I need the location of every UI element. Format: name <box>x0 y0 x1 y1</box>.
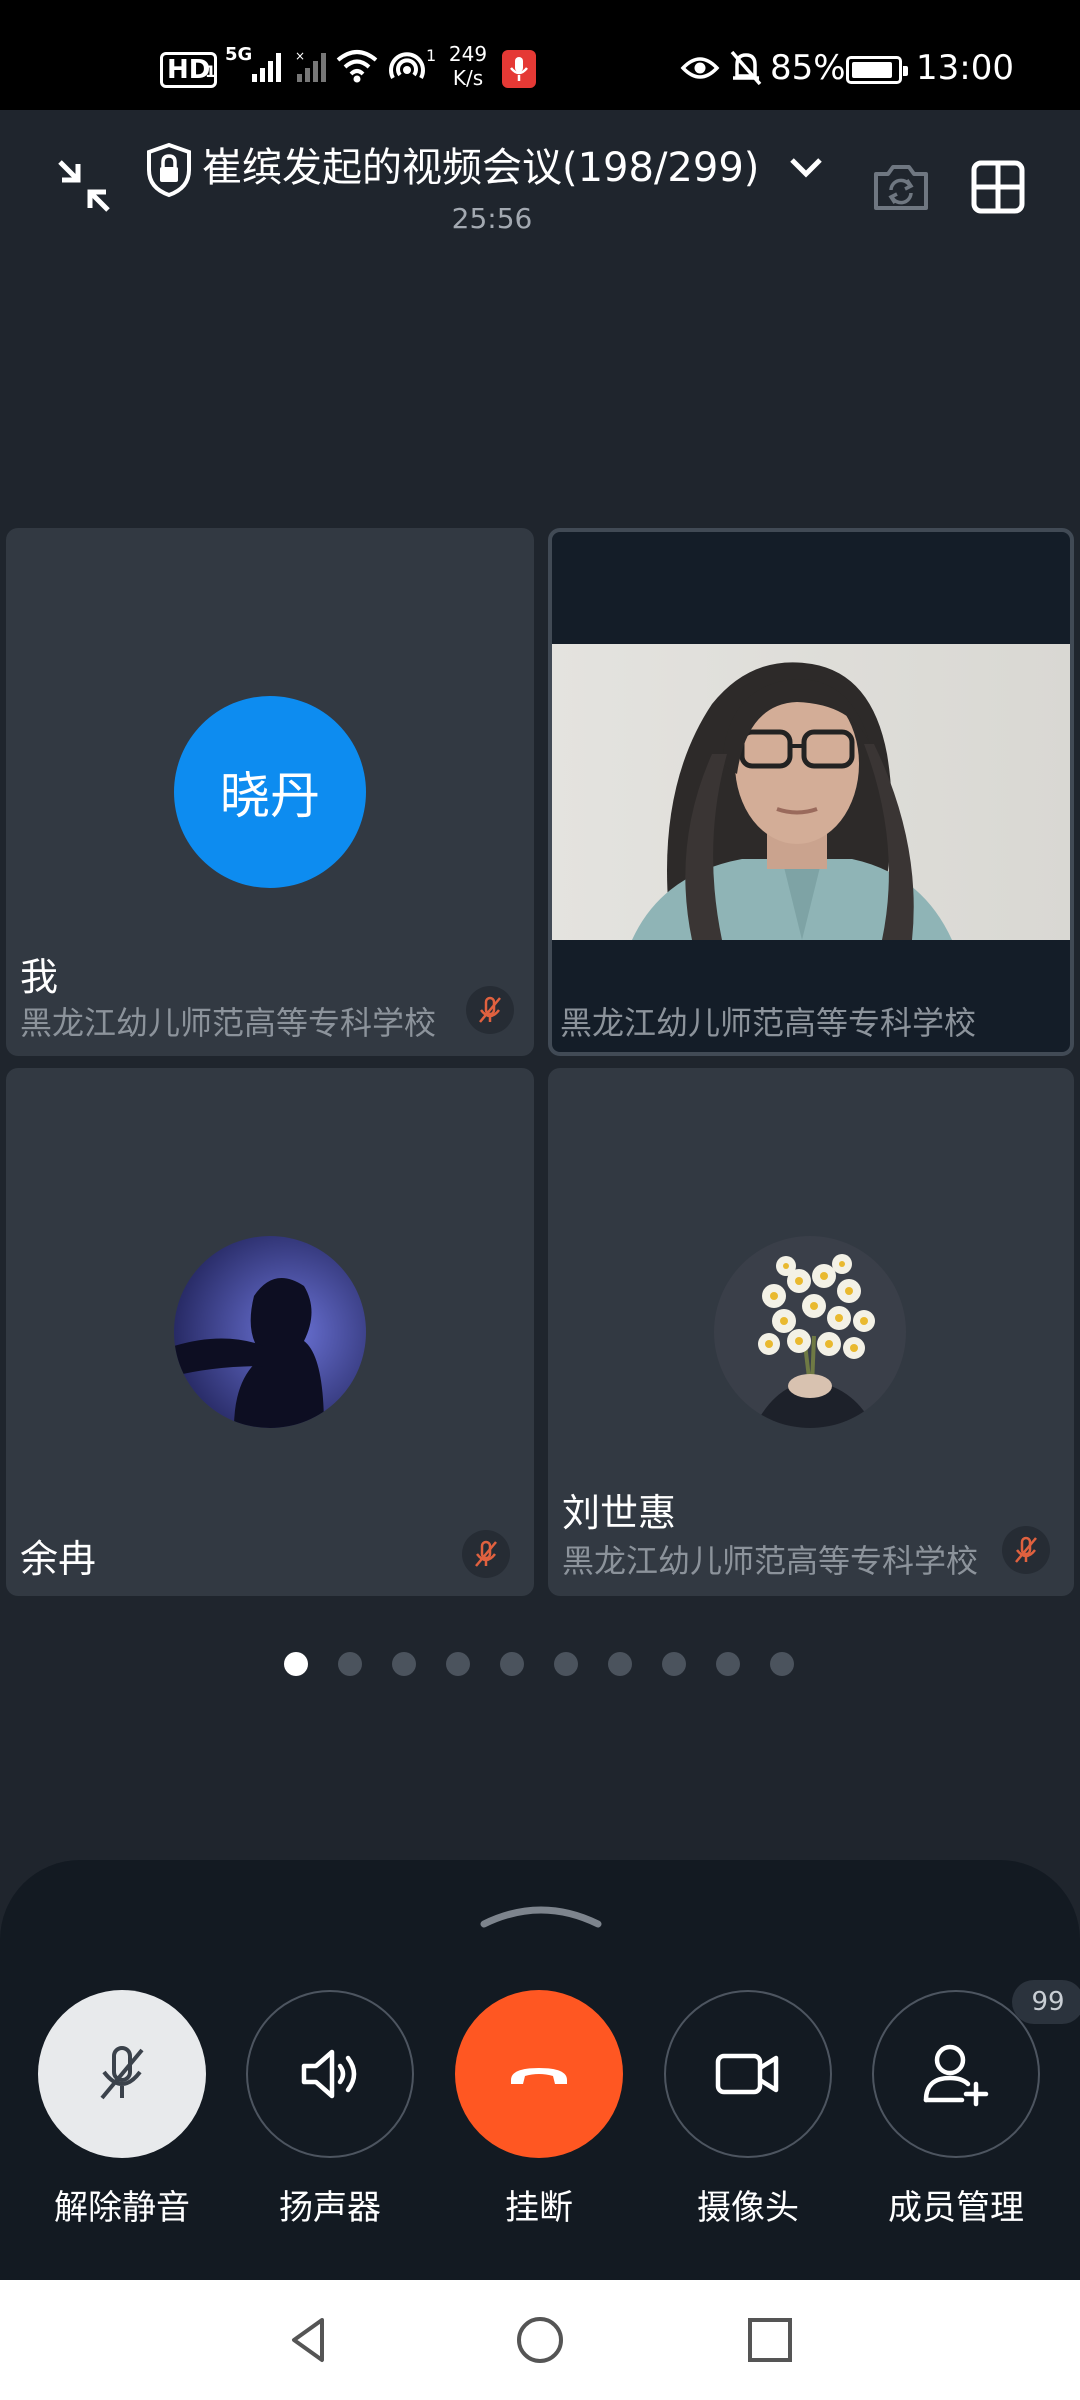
participant-tile[interactable]: 余冉 <box>6 1068 534 1596</box>
nav-recent-icon[interactable] <box>742 2312 798 2368</box>
hotspot-icon <box>389 52 425 79</box>
video-meeting-screen: HD 1 5G × 1 249 K/s 85% 13:00 崔缤发起的视频会议(… <box>0 0 1080 2400</box>
participant-org: 黑龙江幼儿师范高等专科学校 <box>562 1542 979 1580</box>
participant-tile[interactable]: 刘世惠 黑龙江幼儿师范高等专科学校 <box>548 1068 1074 1596</box>
mic-active-icon <box>502 50 536 88</box>
network-speed: 249 K/s <box>446 42 490 90</box>
camera-button[interactable]: 摄像头 <box>663 1990 833 2229</box>
page-dot[interactable] <box>608 1652 632 1676</box>
page-dot[interactable] <box>392 1652 416 1676</box>
battery-percent: 85% <box>770 48 846 88</box>
speaker-button[interactable]: 扬声器 <box>245 1990 415 2229</box>
cell-signal-icon <box>252 53 281 82</box>
page-dot[interactable] <box>770 1652 794 1676</box>
mic-muted-icon <box>462 1530 510 1578</box>
wifi-icon <box>336 50 378 83</box>
camera-circle[interactable] <box>664 1990 832 2158</box>
meeting-timer: 25:56 <box>451 202 533 235</box>
participant-name: 我 <box>20 955 59 999</box>
eye-comfort-icon <box>680 57 720 79</box>
camera-label: 摄像头 <box>697 2188 799 2228</box>
participant-name: 余冉 <box>20 1537 97 1581</box>
network-type: 5G <box>225 44 253 65</box>
page-dot[interactable] <box>662 1652 686 1676</box>
unmute-label: 解除静音 <box>54 2188 190 2228</box>
member-management-button[interactable]: 99 成员管理 <box>871 1980 1080 2229</box>
cell-signal-2-icon: × <box>295 50 326 82</box>
speaker-circle[interactable] <box>246 1990 414 2158</box>
participant-org: 黑龙江幼儿师范高等专科学校 <box>560 1004 977 1042</box>
phone-hangup-icon <box>511 2068 567 2084</box>
chevron-down-icon[interactable] <box>786 152 826 182</box>
hangup-button[interactable]: 挂断 <box>454 1990 624 2229</box>
page-dot[interactable] <box>554 1652 578 1676</box>
expand-handle-icon[interactable] <box>478 1900 604 1930</box>
speed-value: 249 <box>448 42 488 66</box>
control-panel: 解除静音 扬声器 挂断 摄像头 99 成员管理 <box>0 1860 1080 2280</box>
mic-muted-icon <box>1002 1526 1050 1574</box>
svg-text:×: × <box>295 50 305 63</box>
speaker-label: 扬声器 <box>279 2188 381 2228</box>
speaker-icon <box>301 2049 357 2099</box>
battery-icon <box>846 56 908 84</box>
bell-off-icon <box>730 50 762 86</box>
hangup-circle[interactable] <box>455 1990 623 2158</box>
system-navigation-bar <box>0 2280 1080 2400</box>
participant-org: 黑龙江幼儿师范高等专科学校 <box>20 1004 437 1042</box>
page-dot[interactable] <box>284 1652 308 1676</box>
mic-muted-icon <box>466 986 514 1034</box>
participant-tile-video[interactable]: 黑龙江幼儿师范高等专科学校 <box>548 528 1074 1056</box>
unmute-circle[interactable] <box>38 1990 206 2158</box>
sim-index: 1 <box>205 62 217 81</box>
nav-back-icon[interactable] <box>282 2312 338 2368</box>
member-count-badge: 99 <box>1012 1980 1080 2024</box>
switch-camera-icon[interactable] <box>870 160 932 216</box>
add-member-icon <box>923 2044 989 2107</box>
participant-video <box>552 644 1070 940</box>
speed-unit: K/s <box>452 66 484 90</box>
hangup-label: 挂断 <box>505 2188 573 2228</box>
avatar <box>174 1236 366 1428</box>
page-dot[interactable] <box>716 1652 740 1676</box>
clock: 13:00 <box>916 48 1014 88</box>
status-bar: HD 1 5G × 1 249 K/s 85% 13:00 <box>0 0 1080 110</box>
nav-home-icon[interactable] <box>512 2312 568 2368</box>
wifi-index: 1 <box>426 46 437 65</box>
page-dot[interactable] <box>338 1652 362 1676</box>
page-dot[interactable] <box>446 1652 470 1676</box>
page-dot[interactable] <box>500 1652 524 1676</box>
participant-tile-self[interactable]: 晓丹 我 黑龙江幼儿师范高等专科学校 <box>6 528 534 1056</box>
lock-icon <box>147 142 191 198</box>
meeting-header: 崔缤发起的视频会议(198/299) 25:56 <box>0 110 1080 270</box>
mic-off-icon <box>100 2046 144 2100</box>
video-camera-icon <box>715 2053 779 2095</box>
hd-text: HD <box>167 55 211 85</box>
members-circle[interactable]: 99 <box>872 1980 1080 2158</box>
meeting-title[interactable]: 崔缤发起的视频会议(198/299) <box>202 140 759 196</box>
participant-name: 刘世惠 <box>562 1491 677 1535</box>
avatar: 晓丹 <box>174 696 366 888</box>
avatar <box>714 1236 906 1428</box>
unmute-button[interactable]: 解除静音 <box>37 1990 207 2229</box>
members-label: 成员管理 <box>888 2188 1024 2228</box>
grid-layout-icon[interactable] <box>970 158 1026 216</box>
